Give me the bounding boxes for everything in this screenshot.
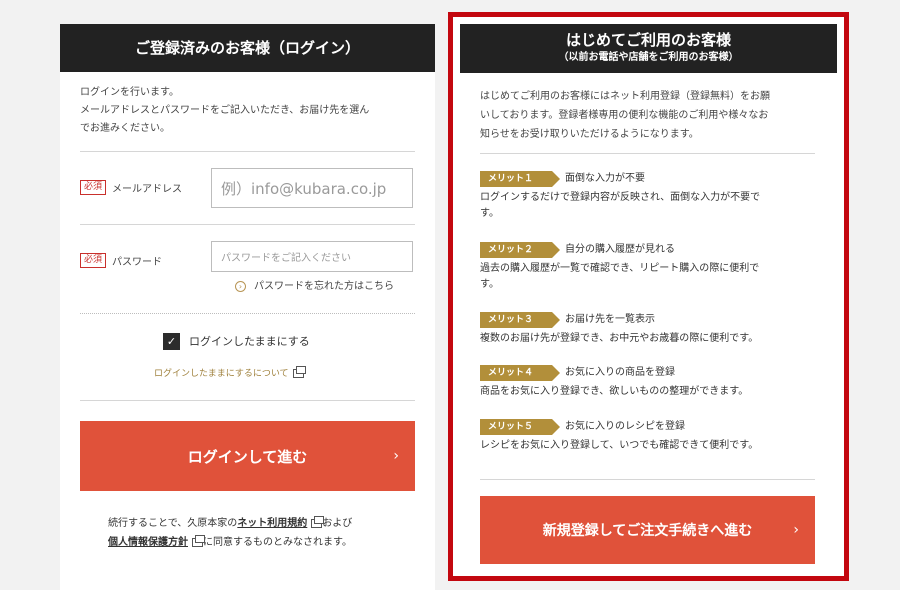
- forgot-password-text: パスワードを忘れた方はこちら: [254, 281, 394, 292]
- terms-suffix: に同意するものとみなされます。: [203, 537, 352, 548]
- external-window-icon: [192, 534, 205, 547]
- password-input[interactable]: パスワードをご記入ください: [211, 241, 413, 272]
- merit-title: お気に入りのレシピを登録: [565, 421, 685, 432]
- signup-title: はじめてご利用のお客様: [565, 31, 731, 49]
- signup-submit-button[interactable]: 新規登録してご注文手続きへ進む ›: [480, 496, 815, 564]
- merit-desc-line: レシピをお気に入り登録して、いつでも確認できて便利です。: [480, 440, 759, 451]
- chevron-right-icon: ›: [793, 522, 799, 538]
- divider: [480, 479, 815, 480]
- merit-description: 商品をお気に入り登録でき、欲しいものの整理ができます。: [480, 384, 810, 400]
- required-badge: 必須: [80, 253, 107, 268]
- chevron-right-icon: ›: [393, 448, 399, 464]
- merit-tag: メリット２: [480, 242, 560, 258]
- merit-description: 複数のお届け先が登録でき、お中元やお歳暮の際に便利です。: [480, 331, 810, 347]
- terms-notice: 続行することで、久原本家のネット利用規約 および 個人情報保護方針 に同意するものと…: [108, 514, 408, 552]
- login-submit-button[interactable]: ログインして進む ›: [80, 421, 415, 491]
- signup-intro-line: いしております。登録者様専用の便利な機能のご利用や様々なお: [480, 110, 769, 121]
- login-heading: ご登録済みのお客様（ログイン）: [60, 24, 435, 72]
- merit-description: 過去の購入履歴が一覧で確認でき、リピート購入の際に便利で す。: [480, 261, 810, 293]
- forgot-password-link[interactable]: › パスワードを忘れた方はこちら: [235, 280, 394, 294]
- divider: [80, 400, 415, 401]
- merit-description: レシピをお気に入り登録して、いつでも確認できて便利です。: [480, 438, 810, 454]
- remember-about-text: ログインしたままにするについて: [154, 369, 289, 379]
- login-intro-line: メールアドレスとパスワードをご記入いただき、お届け先を選ん: [80, 105, 370, 116]
- merit-tag: メリット５: [480, 419, 560, 435]
- merit-tag: メリット１: [480, 171, 560, 187]
- privacy-link[interactable]: 個人情報保護方針: [108, 537, 188, 548]
- required-badge: 必須: [80, 180, 107, 195]
- terms-mid: および: [322, 518, 353, 529]
- merit-title: お届け先を一覧表示: [565, 314, 655, 325]
- chevron-right-circle-icon: ›: [235, 280, 246, 292]
- merit-tag: メリット３: [480, 312, 560, 328]
- remember-label: ログインしたままにする: [189, 335, 310, 348]
- merit-tag: メリット４: [480, 365, 560, 381]
- merit-desc-line: す。: [480, 279, 499, 290]
- terms-link[interactable]: ネット利用規約: [237, 518, 307, 529]
- merit-desc-line: 過去の購入履歴が一覧で確認でき、リピート購入の際に便利で: [480, 263, 760, 274]
- signup-submit-label: 新規登録してご注文手続きへ進む: [542, 523, 753, 539]
- merit-desc-line: 商品をお気に入り登録でき、欲しいものの整理ができます。: [480, 386, 749, 397]
- email-label-row: 必須 メールアドレス: [80, 177, 182, 196]
- divider: [80, 151, 415, 152]
- merit-desc-line: 複数のお届け先が登録でき、お中元やお歳暮の際に便利です。: [480, 333, 759, 344]
- password-label-row: 必須 パスワード: [80, 250, 162, 269]
- password-label: パスワード: [112, 257, 163, 268]
- login-intro-line: ログインを行います。: [80, 87, 179, 98]
- email-input[interactable]: 例）info@kubara.co.jp: [211, 168, 413, 208]
- divider: [80, 224, 415, 225]
- merit-title: 面倒な入力が不要: [565, 173, 645, 184]
- remember-about-link[interactable]: ログインしたままにするについて: [154, 366, 306, 381]
- signup-intro-line: はじめてご利用のお客様にはネット利用登録（登録無料）をお願: [480, 91, 770, 102]
- signup-intro: はじめてご利用のお客様にはネット利用登録（登録無料）をお願 いしております。登録…: [480, 87, 770, 144]
- login-intro: ログインを行います。 メールアドレスとパスワードをご記入いただき、お届け先を選ん…: [80, 84, 369, 138]
- merit-desc-line: す。: [480, 208, 499, 219]
- signup-subtitle: （以前お電話や店舗をご利用のお客様）: [558, 52, 739, 63]
- merit-title: 自分の購入履歴が見れる: [565, 244, 675, 255]
- merit-description: ログインするだけで登録内容が反映され、面倒な入力が不要で す。: [480, 190, 810, 222]
- merit-title: お気に入りの商品を登録: [565, 367, 675, 378]
- divider: [80, 313, 415, 314]
- divider: [480, 153, 815, 154]
- signup-heading: はじめてご利用のお客様 （以前お電話や店舗をご利用のお客様）: [460, 24, 837, 73]
- remember-checkbox[interactable]: ✓: [163, 333, 180, 350]
- signup-intro-line: 知らせをお受け取りいただけるようになります。: [480, 129, 699, 140]
- merit-desc-line: ログインするだけで登録内容が反映され、面倒な入力が不要で: [480, 192, 761, 203]
- external-window-icon: [311, 515, 325, 528]
- terms-prefix: 続行することで、久原本家の: [108, 518, 238, 529]
- signup-panel: はじめてご利用のお客様 （以前お電話や店舗をご利用のお客様） はじめてご利用のお…: [448, 12, 849, 581]
- email-label: メールアドレス: [112, 184, 183, 195]
- login-submit-label: ログインして進む: [187, 447, 308, 466]
- external-window-icon: [292, 366, 306, 378]
- login-panel: ご登録済みのお客様（ログイン） ログインを行います。 メールアドレスとパスワード…: [60, 24, 435, 590]
- login-intro-line: でお進みください。: [80, 123, 170, 134]
